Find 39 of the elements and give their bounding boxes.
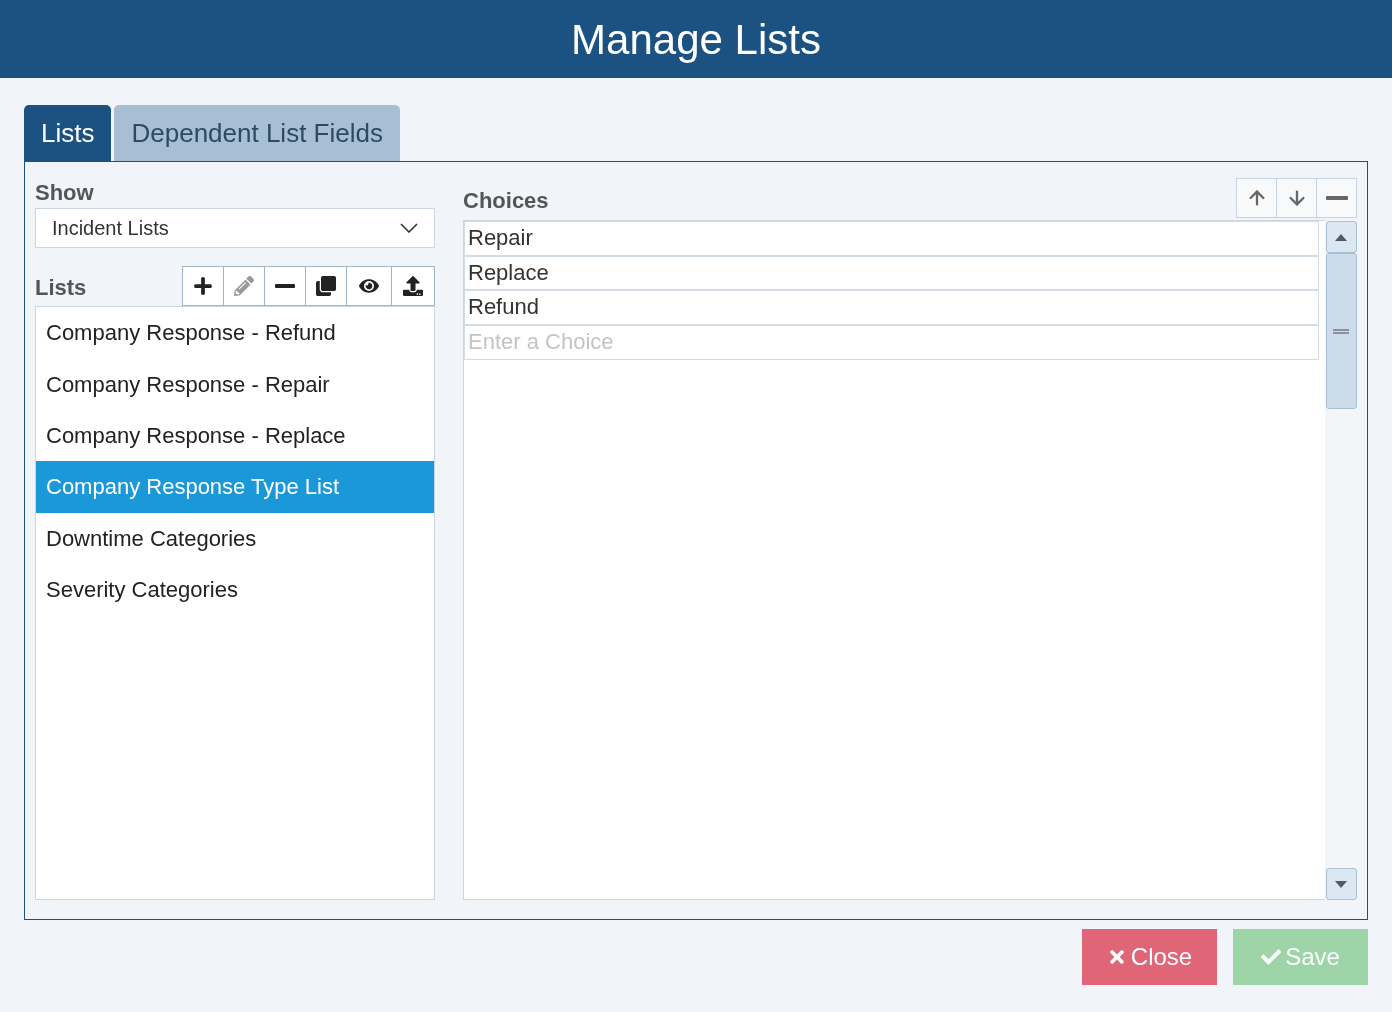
- list-item[interactable]: Company Response - Refund: [36, 307, 434, 359]
- tab[interactable]: Dependent List Fields: [114, 105, 400, 161]
- minus-button[interactable]: [264, 266, 306, 306]
- choice-field[interactable]: Refund: [464, 290, 1319, 325]
- upload-button[interactable]: [391, 266, 435, 306]
- plus-icon: [193, 276, 213, 296]
- new-choice-field[interactable]: Enter a Choice: [464, 324, 1319, 360]
- arrow-up-button[interactable]: [1236, 178, 1277, 218]
- caret-down-icon: [1335, 880, 1347, 888]
- eye-icon: [359, 276, 379, 296]
- show-dropdown[interactable]: Incident Lists: [35, 208, 435, 248]
- list-item[interactable]: Company Response - Repair: [36, 358, 434, 410]
- upload-icon: [403, 276, 423, 296]
- window-title: Manage Lists: [571, 14, 821, 65]
- scroll-down-button[interactable]: [1325, 868, 1357, 900]
- choice-field[interactable]: Repair: [464, 221, 1319, 256]
- scroll-up-button[interactable]: [1325, 221, 1357, 253]
- scroll-thumb[interactable]: [1325, 253, 1357, 409]
- show-label: Show: [35, 179, 95, 207]
- arrow-down-button[interactable]: [1276, 178, 1317, 218]
- eye-button[interactable]: [346, 266, 392, 306]
- pencil-icon: [234, 276, 254, 296]
- scrollbar[interactable]: [1325, 220, 1357, 900]
- choices-label: Choices: [463, 187, 549, 215]
- lists-label: Lists: [35, 274, 87, 302]
- tab[interactable]: Lists: [24, 105, 112, 161]
- plus-button[interactable]: [182, 266, 224, 306]
- copy-icon: [316, 276, 336, 296]
- chevron-down-icon: [400, 223, 418, 233]
- caret-up-icon: [1335, 233, 1347, 241]
- copy-button[interactable]: [305, 266, 347, 306]
- check-icon: [1261, 947, 1282, 967]
- choice-field[interactable]: Replace: [464, 255, 1319, 290]
- grip-icon: [1333, 328, 1349, 334]
- list-item[interactable]: Company Response - Replace: [36, 409, 434, 462]
- minus-icon: [275, 284, 295, 288]
- minus-icon: [1325, 196, 1348, 200]
- list-item[interactable]: Severity Categories: [36, 563, 434, 616]
- list-item[interactable]: Downtime Categories: [36, 512, 434, 564]
